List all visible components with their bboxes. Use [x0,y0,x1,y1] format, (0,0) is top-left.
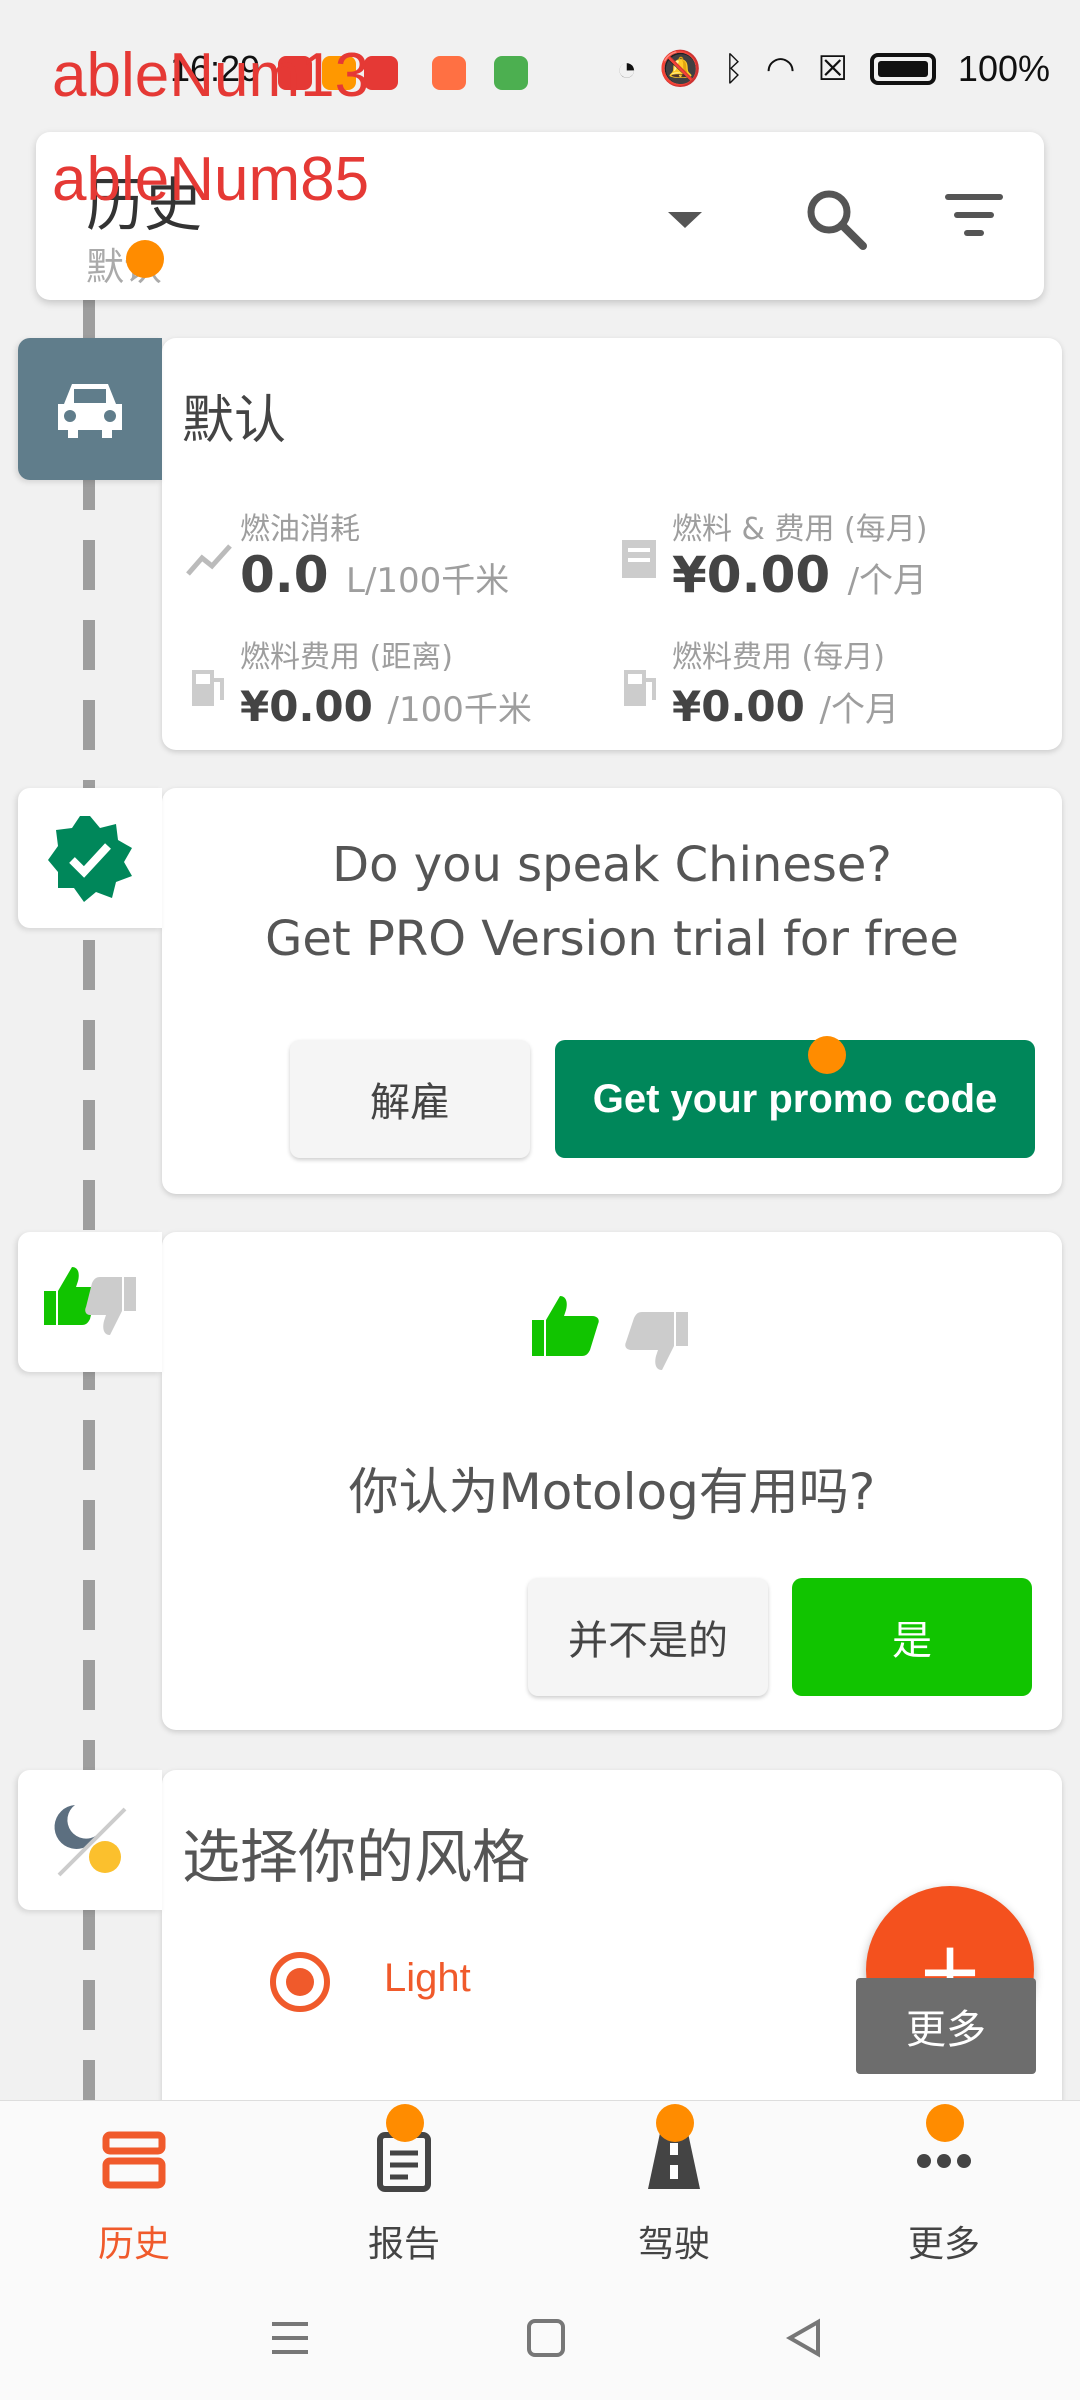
status-bar: 16:29 ◔ 🔕 ᛒ ◠ ☒ 100% [0,0,1080,130]
system-navigation-bar [0,2280,1080,2400]
stat-value: ¥0.00 [240,682,373,731]
battery-icon [869,53,936,85]
rating-badge [18,1232,162,1372]
home-icon[interactable] [526,2318,566,2358]
search-icon[interactable] [801,184,871,254]
touch-marker [926,2104,964,2142]
page-title: 历史 [86,171,203,239]
no-sim-icon: ☒ [817,50,848,88]
stat-unit: /100千米 [387,690,532,730]
promo-card: Do you speak Chinese? Get PRO Version tr… [162,788,1062,1194]
filter-icon[interactable] [944,194,1004,244]
stat-fuel-cost-monthly: 燃料 & 费用 (每月) ¥0.00 /个月 [616,504,1036,624]
fab-tooltip: 更多 [856,1978,1036,2074]
nav-history[interactable]: 历史 [34,2121,234,2267]
stat-fuel-cost-month: 燃料费用 (每月) ¥0.00 /个月 [616,632,1036,752]
chevron-down-icon[interactable] [668,212,702,228]
stat-unit: /个月 [819,690,899,730]
nav-driving[interactable]: 驾驶 [574,2121,774,2267]
yes-useful-button[interactable]: 是 [792,1578,1032,1696]
bluetooth-icon: ᛒ [723,49,744,88]
promo-message: Do you speak Chinese? Get PRO Version tr… [162,828,1062,976]
thumbs-icon [44,1267,136,1335]
notification-app-icon [494,56,528,90]
stat-label: 燃料费用 (每月) [672,640,885,675]
bottom-navigation: 历史 报告 驾驶 更多 [0,2100,1080,2280]
stat-unit: /个月 [847,561,928,601]
promo-line-1: Do you speak Chinese? [332,837,892,893]
more-icon [917,2154,971,2168]
nav-label: 驾驶 [637,2224,710,2265]
thumbs-down-icon[interactable] [622,1310,690,1372]
notification-app-icon [432,56,466,90]
stat-value: 0.0 [240,546,329,604]
nav-more[interactable]: 更多 [844,2121,1044,2267]
radio-light[interactable] [270,1952,330,2012]
day-night-icon [54,1805,127,1877]
style-title: 选择你的风格 [182,1823,531,1891]
touch-marker [808,1036,846,1074]
radio-light-label[interactable]: Light [384,1956,471,2001]
battery-percent: 100% [957,48,1050,89]
stat-unit: L/100千米 [346,561,510,601]
thumbs-up-icon[interactable] [530,1294,602,1360]
notification-app-icon [322,56,356,90]
stat-label: 燃料 & 费用 (每月) [672,512,928,547]
fuel-pump-icon [192,670,224,706]
touch-marker [386,2104,424,2142]
not-useful-button[interactable]: 并不是的 [528,1578,768,1696]
rating-card: 你认为Motolog有用吗? 并不是的 是 [162,1232,1062,1730]
speed-icon: ◔ [616,49,638,88]
trend-icon [186,544,232,576]
mute-icon: 🔕 [659,50,702,88]
promo-badge [18,788,162,928]
wifi-icon: ◠ [765,50,796,88]
back-icon[interactable] [784,2318,824,2358]
stat-label: 燃料费用 (距离) [240,640,453,675]
stat-label: 燃油消耗 [240,512,360,547]
promo-line-2: Get PRO Version trial for free [265,911,959,967]
menu-icon[interactable] [270,2320,310,2356]
nav-label: 历史 [97,2224,170,2265]
vehicle-name: 默认 [182,391,287,451]
stat-fuel-cost-distance: 燃料费用 (距离) ¥0.00 /100千米 [184,632,604,752]
car-icon [58,384,122,438]
stat-value: ¥0.00 [672,546,831,604]
history-header-card: 历史 默认 [36,132,1044,300]
style-badge [18,1770,162,1910]
status-right: ◔ 🔕 ᛒ ◠ ☒ 100% [616,48,1050,90]
stat-value: ¥0.00 [672,682,805,731]
notification-app-icon [278,56,312,90]
vehicle-summary-card[interactable]: 默认 燃油消耗 0.0 L/100千米 燃料 & 费用 (每月) ¥0.00 /… [162,338,1062,750]
status-time: 16:29 [170,48,261,89]
get-promo-code-button[interactable]: Get your promo code [555,1040,1035,1158]
touch-marker [126,240,164,278]
touch-marker [656,2104,694,2142]
dismiss-button[interactable]: 解雇 [290,1040,530,1158]
history-icon [102,2131,166,2189]
stat-fuel-consumption: 燃油消耗 0.0 L/100千米 [184,504,604,624]
nav-reports[interactable]: 报告 [304,2121,504,2267]
receipt-icon [622,540,656,578]
nav-label: 报告 [367,2224,440,2265]
nav-label: 更多 [907,2224,980,2265]
verified-badge-icon [48,816,132,902]
rating-question: 你认为Motolog有用吗? [348,1463,876,1521]
vehicle-badge [18,338,162,480]
fuel-pump-icon [624,670,656,706]
notification-app-icon [364,56,398,90]
